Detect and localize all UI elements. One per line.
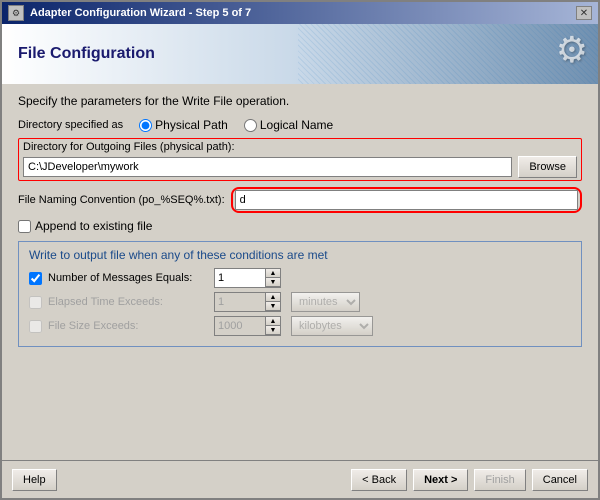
logical-name-option[interactable]: Logical Name <box>244 118 333 132</box>
footer: Help < Back Next > Finish Cancel <box>2 460 598 498</box>
num-messages-spinner-buttons: ▲ ▼ <box>265 269 280 287</box>
append-row: Append to existing file <box>18 219 582 233</box>
logical-name-radio[interactable] <box>244 119 257 132</box>
header-dots-decoration <box>298 24 598 84</box>
window-title: Adapter Configuration Wizard - Step 5 of… <box>30 7 251 19</box>
close-button[interactable]: ✕ <box>576 6 592 20</box>
num-messages-down-button[interactable]: ▼ <box>266 278 280 287</box>
elapsed-label: Elapsed Time Exceeds: <box>48 296 208 308</box>
filesize-down-button[interactable]: ▼ <box>266 326 280 335</box>
gear-icon: ⚙ <box>556 29 588 71</box>
elapsed-checkbox[interactable] <box>29 296 42 309</box>
title-bar: ⚙ Adapter Configuration Wizard - Step 5 … <box>2 2 598 24</box>
cancel-button[interactable]: Cancel <box>532 469 588 491</box>
naming-input[interactable] <box>235 190 578 210</box>
append-label: Append to existing file <box>35 219 152 233</box>
naming-label: File Naming Convention (po_%SEQ%.txt): <box>18 194 225 206</box>
content-area: Specify the parameters for the Write Fil… <box>2 84 598 460</box>
conditions-group: Write to output file when any of these c… <box>18 241 582 347</box>
physical-path-label: Physical Path <box>155 118 228 132</box>
naming-row: File Naming Convention (po_%SEQ%.txt): <box>18 187 582 213</box>
browse-button[interactable]: Browse <box>518 156 577 178</box>
num-messages-input[interactable] <box>215 269 265 287</box>
logical-name-label: Logical Name <box>260 118 333 132</box>
finish-button[interactable]: Finish <box>474 469 525 491</box>
filesize-spinner: ▲ ▼ <box>214 316 281 336</box>
title-bar-left: ⚙ Adapter Configuration Wizard - Step 5 … <box>8 5 251 21</box>
num-messages-spinner: ▲ ▼ <box>214 268 281 288</box>
header-banner: File Configuration ⚙ <box>2 24 598 84</box>
directory-input[interactable] <box>23 157 512 177</box>
next-button[interactable]: Next > <box>413 469 468 491</box>
filesize-row: File Size Exceeds: ▲ ▼ kilobytes megabyt… <box>29 316 571 336</box>
elapsed-row: Elapsed Time Exceeds: ▲ ▼ minutes hours … <box>29 292 571 312</box>
append-checkbox[interactable] <box>18 220 31 233</box>
filesize-input[interactable] <box>215 317 265 335</box>
directory-as-label: Directory specified as <box>18 119 123 131</box>
app-icon: ⚙ <box>8 5 24 21</box>
num-messages-checkbox[interactable] <box>29 272 42 285</box>
filesize-checkbox[interactable] <box>29 320 42 333</box>
elapsed-unit-select[interactable]: minutes hours seconds <box>291 292 360 312</box>
elapsed-spinner: ▲ ▼ <box>214 292 281 312</box>
elapsed-spinner-buttons: ▲ ▼ <box>265 293 280 311</box>
directory-group: Directory for Outgoing Files (physical p… <box>18 138 582 181</box>
num-messages-up-button[interactable]: ▲ <box>266 269 280 278</box>
elapsed-up-button[interactable]: ▲ <box>266 293 280 302</box>
num-messages-row: Number of Messages Equals: ▲ ▼ <box>29 268 571 288</box>
footer-buttons: < Back Next > Finish Cancel <box>351 469 588 491</box>
help-button[interactable]: Help <box>12 469 57 491</box>
physical-path-radio[interactable] <box>139 119 152 132</box>
elapsed-down-button[interactable]: ▼ <box>266 302 280 311</box>
page-title: File Configuration <box>18 45 155 63</box>
back-button[interactable]: < Back <box>351 469 407 491</box>
directory-type-group: Directory specified as Physical Path Log… <box>18 118 582 132</box>
filesize-spinner-buttons: ▲ ▼ <box>265 317 280 335</box>
directory-input-row: Browse <box>23 156 577 178</box>
conditions-title: Write to output file when any of these c… <box>29 248 571 262</box>
physical-path-option[interactable]: Physical Path <box>139 118 228 132</box>
num-messages-label: Number of Messages Equals: <box>48 272 208 284</box>
filesize-label: File Size Exceeds: <box>48 320 208 332</box>
instruction-text: Specify the parameters for the Write Fil… <box>18 94 582 108</box>
filesize-unit-select[interactable]: kilobytes megabytes <box>291 316 373 336</box>
wizard-window: ⚙ Adapter Configuration Wizard - Step 5 … <box>0 0 600 500</box>
elapsed-input[interactable] <box>215 293 265 311</box>
directory-group-label: Directory for Outgoing Files (physical p… <box>23 141 577 153</box>
filesize-up-button[interactable]: ▲ <box>266 317 280 326</box>
